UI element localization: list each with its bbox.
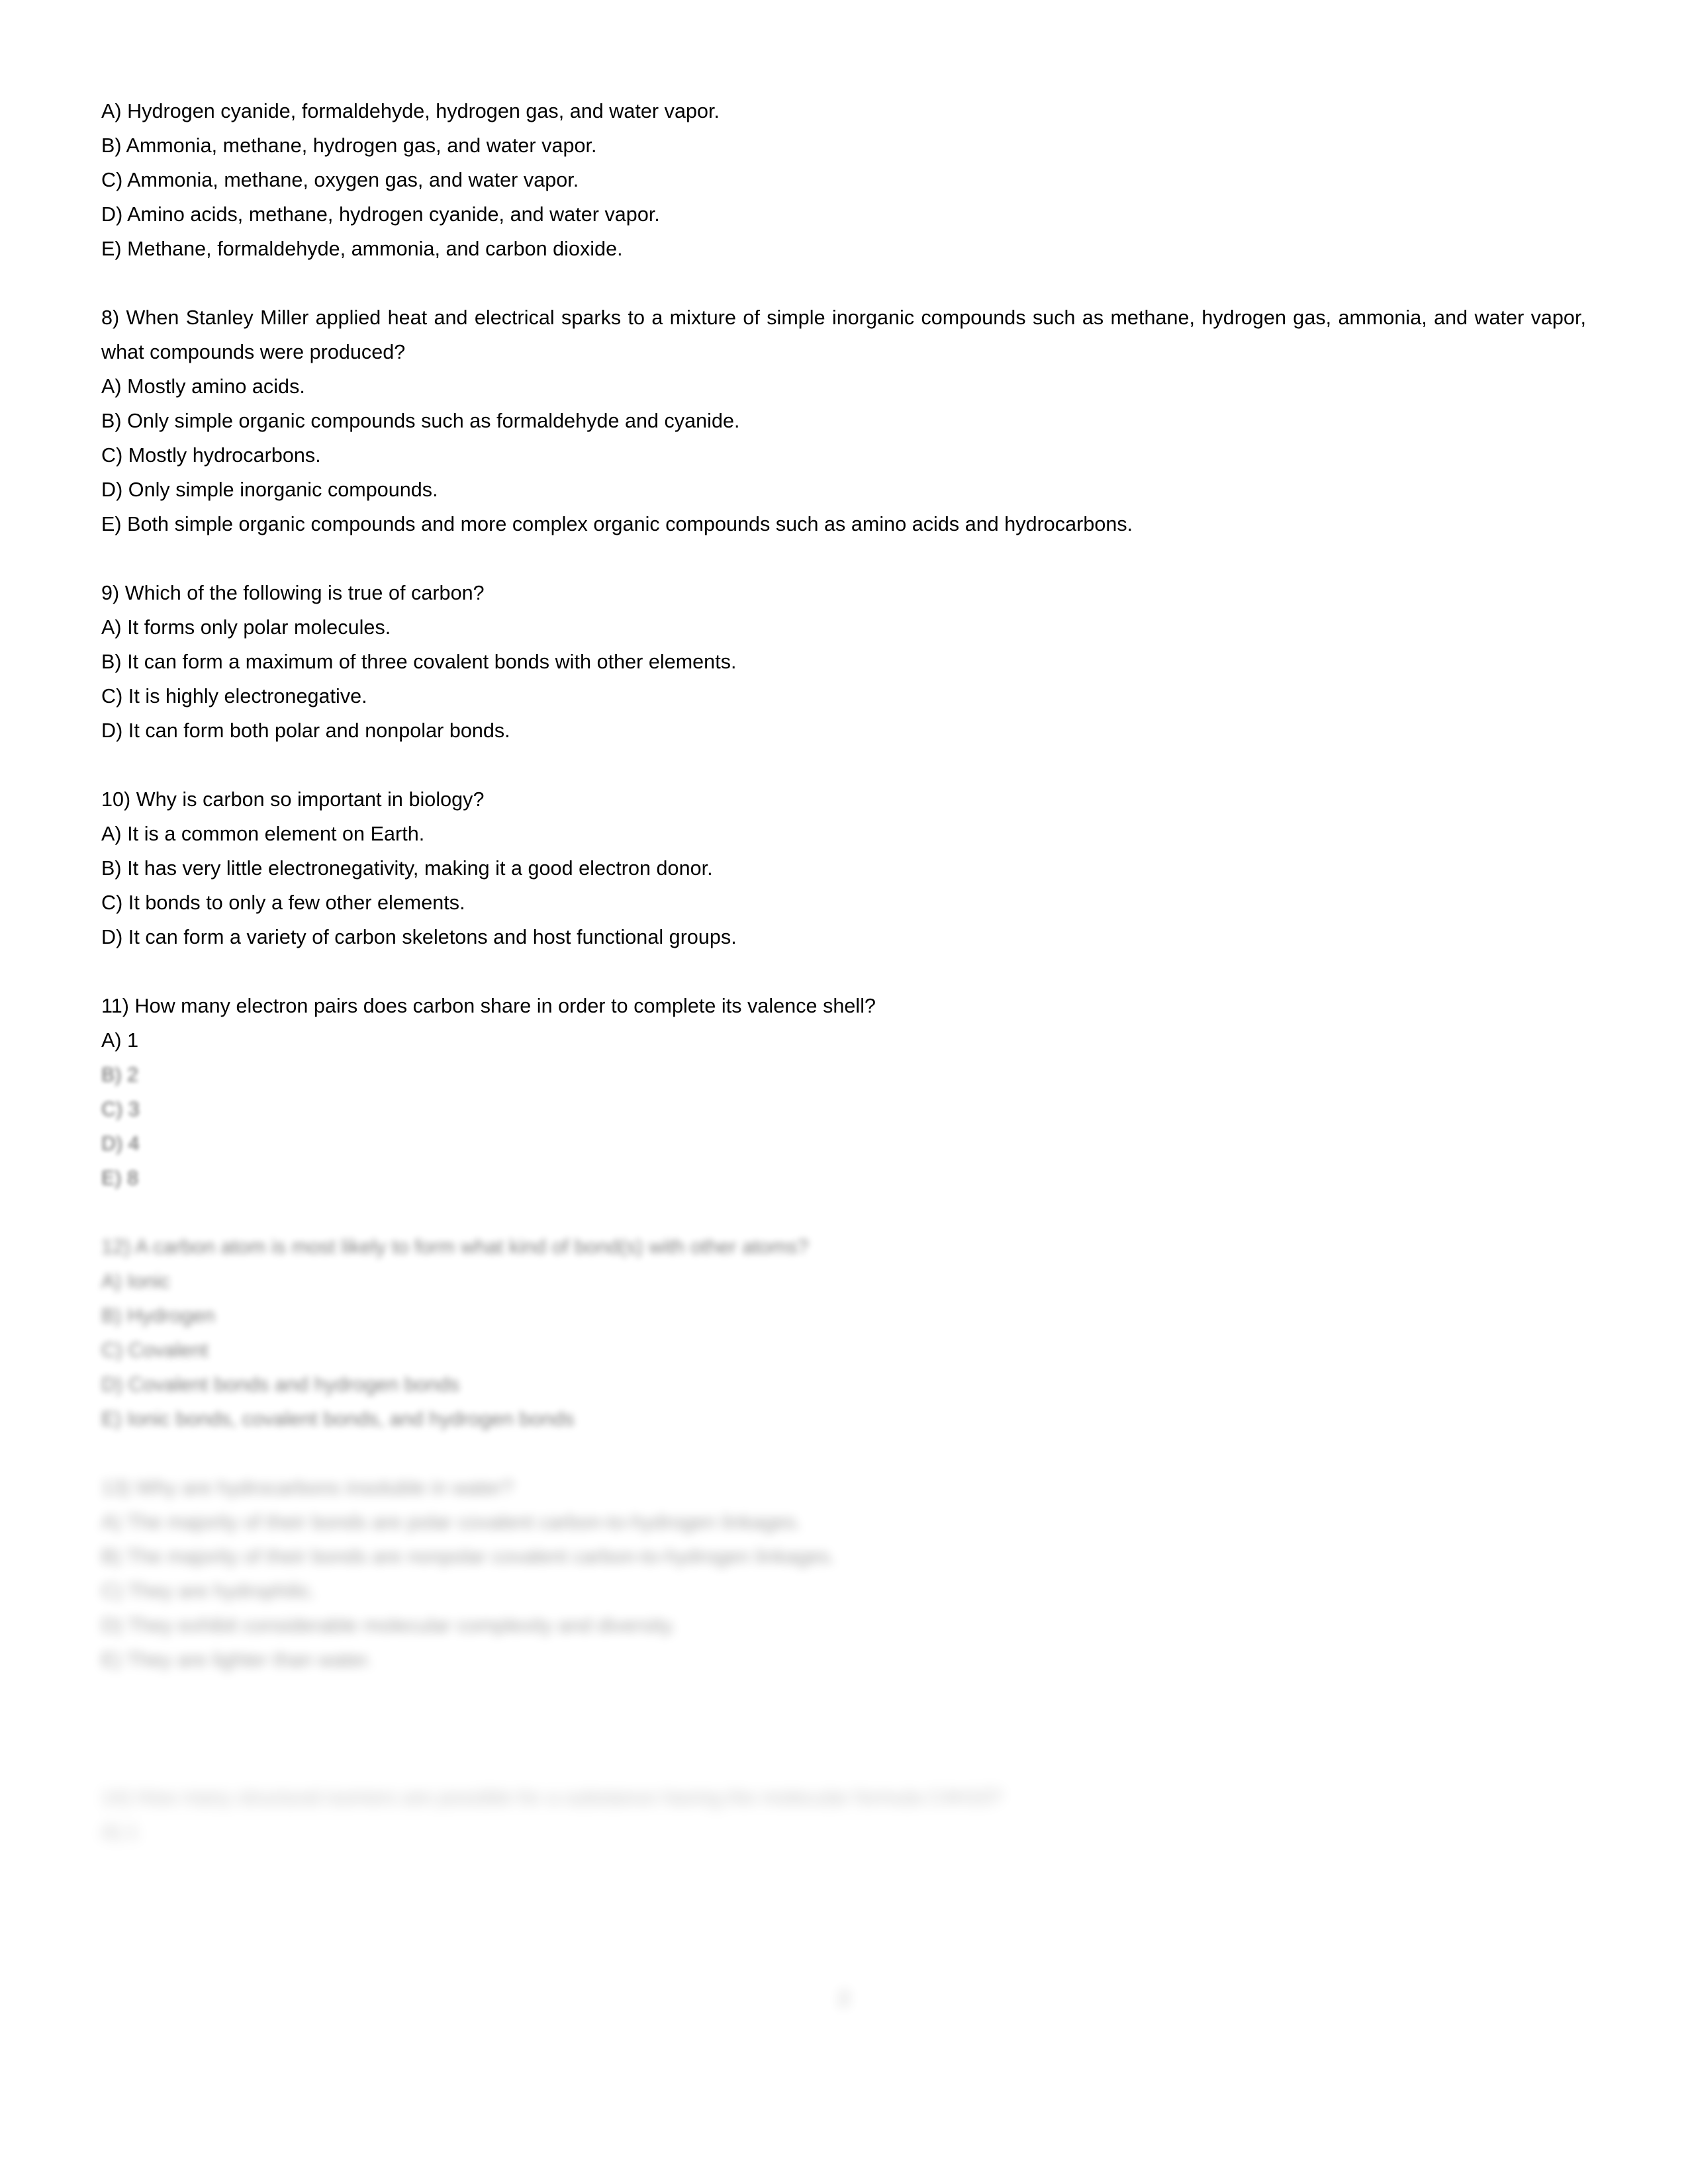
question-10-option-b: B) It has very little electronegativity,… [101,857,713,880]
question-11-option-a: A) 1 [101,1029,139,1052]
question-8-option-e: E) Both simple organic compounds and mor… [101,513,1133,535]
question-13-option-d: D) They exhibit considerable molecular c… [101,1614,677,1637]
question-11-option-e: E) 8 [101,1167,139,1189]
question-12-stem: 12) A carbon atom is most likely to form… [101,1236,809,1258]
question-11-option-c: C) 3 [101,1098,140,1120]
question-12-block: 12) A carbon atom is most likely to form… [101,1230,1586,1436]
question-11-blurred-options: B) 2 C) 3 D) 4 E) 8 [101,1058,1586,1195]
carryover-option-d: D) Amino acids, methane, hydrogen cyanid… [101,203,660,226]
question-11-stem: 11) How many electron pairs does carbon … [101,995,876,1017]
carryover-option-a: A) Hydrogen cyanide, formaldehyde, hydro… [101,100,720,122]
carryover-options-block: A) Hydrogen cyanide, formaldehyde, hydro… [101,94,1586,266]
document-page: A) Hydrogen cyanide, formaldehyde, hydro… [0,0,1688,2184]
question-12-option-c: C) Covalent [101,1339,209,1361]
question-8-option-c: C) Mostly hydrocarbons. [101,444,321,467]
question-12-option-a: A) Ionic [101,1270,170,1293]
question-9-block: 9) Which of the following is true of car… [101,576,1586,748]
carryover-option-b: B) Ammonia, methane, hydrogen gas, and w… [101,134,597,157]
question-11-option-d: D) 4 [101,1132,140,1155]
question-13-option-e: E) They are lighter than water. [101,1649,373,1671]
question-13-option-c: C) They are hydrophilic. [101,1580,316,1602]
question-12-option-d: D) Covalent bonds and hydrogen bonds [101,1373,460,1396]
question-12-option-b: B) Hydrogen [101,1304,215,1327]
question-14-option-a: A) 1 [101,1821,139,1843]
question-8-block: 8) When Stanley Miller applied heat and … [101,300,1586,541]
question-10-block: 10) Why is carbon so important in biolog… [101,782,1586,954]
question-9-option-b: B) It can form a maximum of three covale… [101,651,737,673]
carryover-option-e: E) Methane, formaldehyde, ammonia, and c… [101,238,623,260]
question-10-option-c: C) It bonds to only a few other elements… [101,891,465,914]
page-number: 2 [838,1987,850,2010]
question-8-stem: 8) When Stanley Miller applied heat and … [101,306,1586,363]
carryover-option-c: C) Ammonia, methane, oxygen gas, and wat… [101,169,579,191]
question-12-option-e: E) Ionic bonds, covalent bonds, and hydr… [101,1408,575,1430]
question-10-stem: 10) Why is carbon so important in biolog… [101,788,485,811]
question-14-block: 14) How many structural isomers are poss… [101,1780,1586,1849]
question-10-option-d: D) It can form a variety of carbon skele… [101,926,737,948]
question-11-option-b: B) 2 [101,1064,139,1086]
question-8-option-b: B) Only simple organic compounds such as… [101,410,740,432]
question-13-block: 13) Why are hydrocarbons insoluble in wa… [101,1471,1586,1677]
question-13-option-a: A) The majority of their bonds are polar… [101,1511,802,1533]
question-9-stem: 9) Which of the following is true of car… [101,582,485,604]
question-10-option-a: A) It is a common element on Earth. [101,823,425,845]
question-8-option-d: D) Only simple inorganic compounds. [101,478,438,501]
page-content: A) Hydrogen cyanide, formaldehyde, hydro… [101,94,1586,1849]
question-9-option-c: C) It is highly electronegative. [101,685,367,707]
question-8-option-a: A) Mostly amino acids. [101,375,305,398]
question-14-stem: 14) How many structural isomers are poss… [101,1786,1002,1809]
question-13-stem: 13) Why are hydrocarbons insoluble in wa… [101,1477,514,1499]
question-13-option-b: B) The majority of their bonds are nonpo… [101,1545,835,1568]
question-9-option-d: D) It can form both polar and nonpolar b… [101,719,510,742]
question-9-option-a: A) It forms only polar molecules. [101,616,391,639]
question-11-block: 11) How many electron pairs does carbon … [101,989,1586,1195]
